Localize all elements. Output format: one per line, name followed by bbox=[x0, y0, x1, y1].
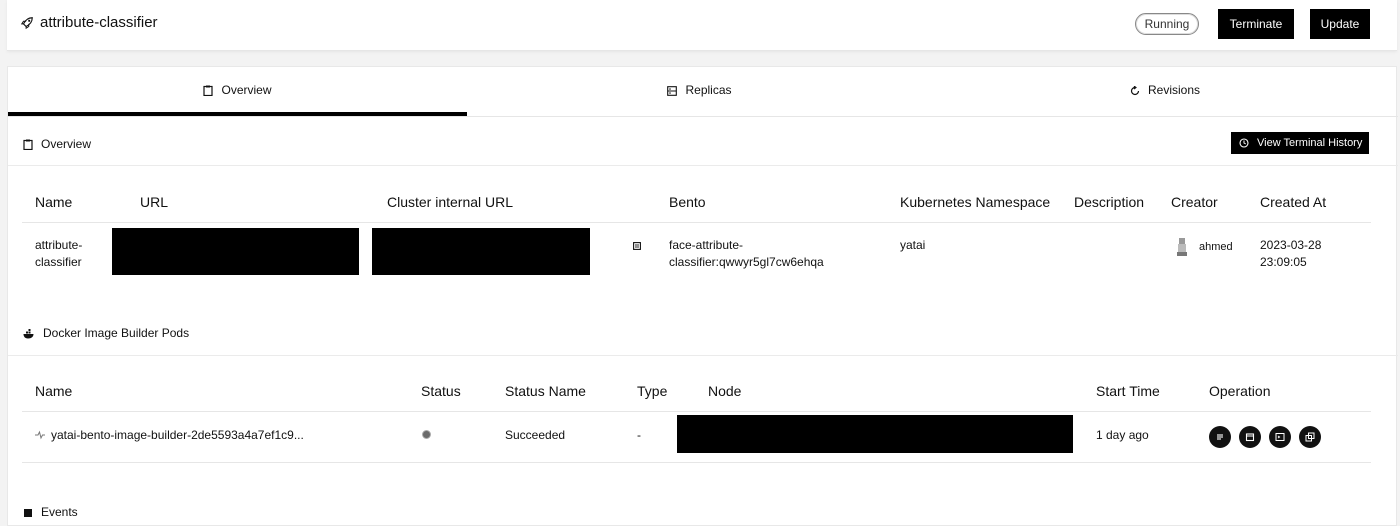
clipboard-icon bbox=[203, 85, 214, 97]
col-type: Type bbox=[637, 383, 668, 399]
bento-cell[interactable]: face-attribute- classifier:qwwyr5gl7cw6e… bbox=[669, 237, 824, 271]
created-at-cell: 2023-03-28 23:09:05 bbox=[1260, 237, 1321, 271]
deployment-header: attribute-classifier Running Terminate U… bbox=[7, 0, 1397, 51]
deployment-detail-card: Overview Replicas Revisions Overview Vie… bbox=[7, 66, 1398, 526]
bento-line: face-attribute- bbox=[669, 238, 744, 252]
col-url: URL bbox=[140, 194, 169, 210]
col-cluster-internal-url: Cluster internal URL bbox=[387, 194, 514, 210]
table-row-divider bbox=[22, 462, 1371, 463]
server-icon bbox=[667, 86, 678, 96]
history-icon bbox=[1239, 138, 1249, 148]
view-terminal-history-button[interactable]: View Terminal History bbox=[1231, 132, 1369, 154]
yaml-button[interactable] bbox=[1299, 426, 1321, 448]
log-icon bbox=[1217, 434, 1223, 440]
tab-replicas[interactable]: Replicas bbox=[467, 67, 932, 117]
tab-label: Revisions bbox=[1147, 83, 1201, 97]
button-label: View Terminal History bbox=[1257, 137, 1363, 149]
pod-icon bbox=[35, 430, 45, 440]
redacted-url bbox=[112, 228, 359, 275]
col-status-name: Status Name bbox=[505, 383, 586, 399]
deployment-title: attribute-classifier bbox=[40, 14, 158, 31]
bento-line: classifier:qwwyr5gl7cw6ehqa bbox=[669, 255, 824, 269]
update-button[interactable]: Update bbox=[1310, 9, 1370, 39]
refresh-icon bbox=[1130, 85, 1140, 96]
col-node: Node bbox=[708, 383, 742, 399]
docker-icon bbox=[23, 329, 34, 339]
creator-cell: ahmed bbox=[1199, 241, 1233, 253]
col-name: Name bbox=[35, 383, 73, 399]
section-title: Overview bbox=[41, 137, 92, 151]
col-bento: Bento bbox=[669, 194, 706, 210]
name-line: classifier bbox=[35, 255, 82, 269]
overview-heading: Overview bbox=[23, 137, 91, 151]
tab-bar: Overview Replicas Revisions bbox=[8, 67, 1398, 117]
terminal-button[interactable] bbox=[1269, 426, 1291, 448]
type-cell: - bbox=[637, 428, 641, 442]
section-title: Events bbox=[41, 505, 78, 519]
created-date: 2023-03-28 bbox=[1260, 238, 1322, 252]
rocket-icon bbox=[20, 17, 33, 30]
avatar bbox=[1177, 238, 1187, 256]
terminate-button[interactable]: Terminate bbox=[1218, 9, 1294, 39]
pod-name-link[interactable]: yatai-bento-image-builder-2de5593a4a7ef1… bbox=[51, 427, 304, 444]
tab-overview[interactable]: Overview bbox=[8, 67, 467, 117]
copy-icon[interactable] bbox=[633, 241, 641, 250]
table-header-divider bbox=[22, 222, 1371, 223]
section-divider bbox=[8, 355, 1398, 356]
section-divider bbox=[8, 165, 1398, 166]
start-time-cell: 1 day ago bbox=[1096, 428, 1149, 442]
col-name: Name bbox=[35, 194, 73, 210]
col-status: Status bbox=[421, 383, 461, 399]
col-created-at: Created At bbox=[1260, 194, 1327, 210]
tab-label: Replicas bbox=[685, 83, 732, 97]
status-indicator-icon bbox=[422, 430, 431, 439]
tab-label: Overview bbox=[221, 83, 272, 97]
status-name-cell: Succeeded bbox=[505, 428, 566, 442]
status-badge: Running bbox=[1135, 13, 1199, 35]
copy-icon bbox=[1305, 432, 1315, 442]
tab-revisions[interactable]: Revisions bbox=[932, 67, 1398, 117]
calendar-icon bbox=[1245, 433, 1255, 442]
events-heading: Events bbox=[23, 505, 78, 519]
created-time: 23:09:05 bbox=[1260, 255, 1307, 269]
active-tab-indicator bbox=[8, 112, 467, 116]
terminal-icon bbox=[1275, 433, 1285, 441]
name-line: attribute- bbox=[35, 238, 83, 252]
section-title: Docker Image Builder Pods bbox=[43, 326, 190, 340]
col-kubernetes-namespace: Kubernetes Namespace bbox=[900, 194, 1051, 210]
col-description: Description bbox=[1074, 194, 1145, 210]
col-operation: Operation bbox=[1209, 383, 1271, 399]
namespace-cell: yatai bbox=[900, 238, 926, 252]
redacted-cluster-url bbox=[372, 228, 590, 275]
deployment-name-cell: attribute- classifier bbox=[35, 237, 82, 271]
logs-button[interactable] bbox=[1209, 426, 1231, 448]
redacted-node bbox=[677, 415, 1073, 453]
clipboard-icon bbox=[23, 139, 33, 151]
col-creator: Creator bbox=[1171, 194, 1218, 210]
docker-pods-heading: Docker Image Builder Pods bbox=[23, 326, 189, 340]
col-start-time: Start Time bbox=[1096, 383, 1160, 399]
events-button[interactable] bbox=[1239, 426, 1261, 448]
table-header-divider bbox=[22, 411, 1371, 412]
